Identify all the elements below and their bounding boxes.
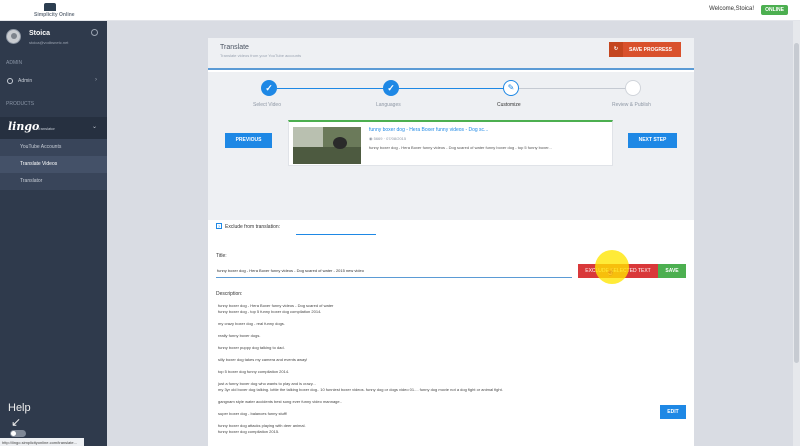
help-arrow-icon: ↙ — [11, 415, 22, 429]
online-status-badge: ONLINE — [761, 5, 788, 15]
step-label-languages: Languages — [376, 102, 401, 108]
chevron-down-icon: ⌄ — [91, 124, 97, 130]
video-thumbnail[interactable] — [293, 127, 361, 164]
step-connector — [391, 88, 511, 89]
save-label: SAVE — [665, 268, 679, 274]
sidebar-item-lingo[interactable]: lingo Translator ⌄ — [0, 117, 107, 139]
sidebar-item-label: Translator — [20, 178, 43, 184]
sidebar-item-youtube-accounts[interactable]: YouTube Accounts — [0, 139, 107, 156]
sidebar: Stoica stoica@vodbsnetc.net ADMIN Admin … — [0, 21, 107, 446]
wizard-stepper: ✓ ✓ ✎ Select Video Languages Customize R… — [208, 72, 694, 220]
section-products-label: PRODUCTS — [6, 101, 35, 107]
sidebar-item-label: YouTube Accounts — [20, 144, 62, 150]
description-label: Description: — [216, 291, 243, 297]
page-title: Translate — [220, 44, 249, 51]
thumb-wall — [293, 127, 323, 147]
thumb-dog — [333, 137, 347, 149]
scrollbar-thumb[interactable] — [794, 43, 799, 363]
chevron-right-icon: › — [95, 77, 97, 83]
help-toggle[interactable] — [10, 430, 26, 437]
previous-button[interactable]: PREVIOUS — [225, 133, 272, 148]
title-label: Title: — [216, 253, 227, 259]
next-step-label: NEXT STEP — [638, 137, 667, 143]
user-email: stoica@vodbsnetc.net — [29, 40, 69, 45]
step-4-circle-icon[interactable] — [625, 80, 641, 96]
section-admin-label: ADMIN — [6, 60, 23, 66]
help-label: Help — [8, 402, 31, 414]
save-progress-button[interactable]: ↻ SAVE PROGRESS — [609, 42, 681, 57]
video-meta: ◉ 5669 · 07/08/2015 — [369, 136, 406, 141]
step-label-review-publish: Review & Publish — [612, 102, 651, 108]
logo-text: Simplicity Online — [34, 12, 75, 18]
edit-label: EDIT — [667, 409, 679, 415]
exclude-input-underline[interactable] — [296, 234, 376, 235]
page-subtitle: Translate videos from your YouTube accou… — [220, 53, 302, 58]
sidebar-item-translate-videos[interactable]: Translate Videos — [0, 156, 107, 173]
sidebar-item-label: Translate Videos — [20, 161, 58, 167]
avatar[interactable] — [6, 29, 21, 44]
cursor-highlight — [595, 250, 629, 284]
lingo-brand: lingo — [8, 120, 40, 133]
gear-icon — [7, 78, 13, 84]
welcome-text: Welcome,Stoica! — [709, 6, 754, 12]
edit-button[interactable]: EDIT — [660, 405, 686, 419]
step-2-check-icon[interactable]: ✓ — [383, 80, 399, 96]
help-question-icon[interactable]: ? — [216, 223, 222, 229]
step-label-customize: Customize — [497, 102, 521, 108]
panel-header: Translate Translate videos from your You… — [208, 38, 694, 70]
step-1-check-icon[interactable]: ✓ — [261, 80, 277, 96]
user-box: Stoica stoica@vodbsnetc.net — [0, 21, 107, 53]
video-views: 5669 — [373, 136, 383, 141]
save-progress-label: SAVE PROGRESS — [629, 47, 672, 53]
refresh-icon: ↻ — [609, 42, 623, 57]
sidebar-item-label: Admin — [18, 78, 33, 84]
customize-form: ? Exclude from translation: Title: EXCLU… — [208, 220, 694, 446]
step-label-select-video: Select Video — [253, 102, 281, 108]
title-input[interactable] — [216, 263, 572, 278]
exclude-label: Exclude from translation: — [225, 224, 281, 230]
thumb-floor — [293, 147, 361, 164]
video-description: funny boxer dog - Hera Boxer funny video… — [369, 145, 552, 150]
lingo-sub-label: Translator — [37, 126, 55, 131]
video-title-link[interactable]: funny boxer dog - Hera Boxer funny video… — [369, 127, 488, 133]
help-widget[interactable]: Help ↙ — [8, 402, 48, 442]
save-button[interactable]: SAVE — [658, 264, 686, 278]
user-settings-icon[interactable] — [91, 29, 98, 36]
next-step-button[interactable]: NEXT STEP — [628, 133, 677, 148]
top-bar: Simplicity Online Welcome,Stoica! ONLINE — [0, 0, 800, 21]
previous-label: PREVIOUS — [235, 137, 262, 143]
user-name: Stoica — [29, 30, 51, 37]
status-bar-url: http://lingo.simplicityonline.com/transl… — [0, 438, 84, 446]
sidebar-item-admin[interactable]: Admin › — [0, 73, 107, 89]
step-connector — [511, 88, 634, 89]
hand-cursor-icon: ☝ — [606, 269, 615, 276]
description-text[interactable]: funny boxer dog - Hera Boxer funny video… — [218, 303, 638, 435]
app-logo[interactable]: Simplicity Online — [30, 3, 75, 18]
step-connector — [277, 88, 391, 89]
page-scrollbar[interactable] — [793, 21, 800, 446]
step-3-pencil-icon[interactable]: ✎ — [503, 80, 519, 96]
video-card[interactable]: funny boxer dog - Hera Boxer funny video… — [288, 120, 613, 166]
video-date: 07/08/2015 — [386, 136, 407, 141]
translate-panel: Translate Translate videos from your You… — [208, 38, 694, 446]
sidebar-item-translator[interactable]: Translator — [0, 173, 107, 190]
description-line: funny boxer dog compilation 2015. — [218, 429, 280, 434]
logo-mark-icon — [44, 3, 56, 11]
